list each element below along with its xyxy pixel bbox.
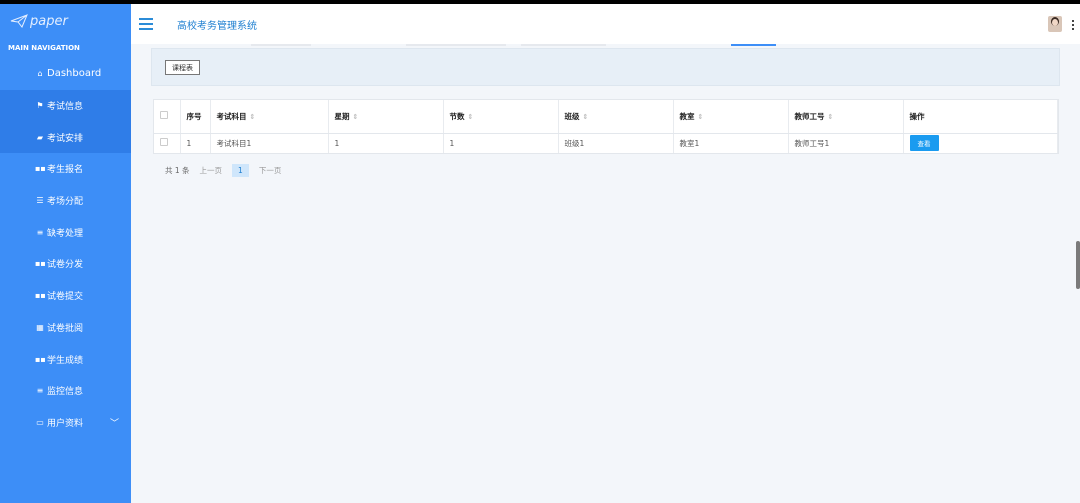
card-icon: ▭: [36, 417, 44, 427]
tab-indicator: [521, 44, 606, 46]
grid-icon: ▪▪: [35, 164, 46, 174]
column-header-room[interactable]: 教室 ⇕: [673, 100, 789, 134]
sidebar-item-label: 考试信息: [47, 102, 84, 113]
row-checkbox[interactable]: [160, 138, 168, 147]
paper-plane-icon: [10, 14, 28, 28]
sidebar-item-label: 考生报名: [47, 165, 84, 176]
sort-icon[interactable]: ⇕: [250, 113, 256, 121]
view-button[interactable]: 查看: [909, 135, 939, 152]
more-vertical-icon[interactable]: [1072, 20, 1074, 30]
sidebar: paper MAIN NAVIGATION ⌂ Dashboard ⚑ 考试信息…: [0, 4, 159, 503]
current-page[interactable]: 1: [232, 164, 249, 177]
cell-period: 1: [443, 133, 559, 153]
pagination: 共 1 条 上一页 1 下一页: [165, 164, 281, 177]
cell-subject: 考试科目1: [210, 133, 329, 153]
main-content: 课程表 序号 考试科目 ⇕ 星期 ⇕ 节数 ⇕ 班级 ⇕ 教室 ⇕ 教师工号 ⇕ 操作: [131, 44, 1080, 503]
sidebar-item-label: 考场分配: [47, 197, 84, 208]
total-count: 共 1 条: [165, 166, 190, 175]
table-icon: ▦: [36, 322, 44, 332]
list-icon: ≡: [36, 386, 44, 396]
sort-icon[interactable]: ⇕: [353, 113, 359, 121]
data-table: 序号 考试科目 ⇕ 星期 ⇕ 节数 ⇕ 班级 ⇕ 教室 ⇕ 教师工号 ⇕ 操作 1 考试科目…: [153, 99, 1059, 154]
sort-icon[interactable]: ⇕: [468, 113, 474, 121]
column-header-teacher-id[interactable]: 教师工号 ⇕: [788, 100, 904, 134]
sidebar-item-scores[interactable]: ▪▪ 学生成绩: [0, 343, 131, 375]
sidebar-item-room-allocation[interactable]: ☰ 考场分配: [0, 185, 131, 217]
grid-icon: ▪▪: [35, 259, 46, 269]
sidebar-item-paper-distribution[interactable]: ▪▪ 试卷分发: [0, 248, 131, 280]
tab-indicator: [406, 44, 506, 46]
cell-index: 1: [180, 133, 211, 153]
comment-icon: ▰: [36, 132, 44, 142]
cell-weekday: 1: [328, 133, 444, 153]
page-title: 高校考务管理系统: [177, 20, 257, 32]
scrollbar-thumb[interactable]: [1076, 241, 1080, 289]
sidebar-item-label: 监控信息: [47, 387, 84, 398]
sliders-icon: ☰: [36, 196, 44, 206]
nav-heading: MAIN NAVIGATION: [8, 44, 80, 52]
grid-icon: ▪▪: [35, 291, 46, 301]
cell-class: 班级1: [558, 133, 674, 153]
column-header-action: 操作: [903, 100, 1058, 134]
toolbar: 课程表: [151, 48, 1060, 86]
top-header: 高校考务管理系统: [131, 4, 1080, 44]
cell-teacher-id: 教师工号1: [788, 133, 904, 153]
select-all-checkbox[interactable]: [160, 111, 168, 120]
flag-icon: ⚑: [36, 101, 44, 111]
home-icon: ⌂: [37, 69, 43, 79]
sidebar-item-label: 缺考处理: [47, 228, 84, 239]
table-header-row: 序号 考试科目 ⇕ 星期 ⇕ 节数 ⇕ 班级 ⇕ 教室 ⇕ 教师工号 ⇕ 操作: [154, 100, 1058, 134]
grid-icon: ▪▪: [35, 354, 46, 364]
sidebar-item-label: 用户资料: [47, 418, 84, 429]
sidebar-item-label: 考试安排: [47, 133, 84, 144]
cell-room: 教室1: [673, 133, 789, 153]
sidebar-item-exam-info[interactable]: ⚑ 考试信息: [0, 89, 131, 122]
sort-icon[interactable]: ⇕: [698, 113, 704, 121]
column-header-weekday[interactable]: 星期 ⇕: [328, 100, 444, 134]
logo-text: paper: [30, 13, 68, 29]
column-header-subject[interactable]: 考试科目 ⇕: [210, 100, 329, 134]
sidebar-item-label: 试卷提交: [47, 292, 84, 303]
logo[interactable]: paper: [0, 4, 131, 38]
sidebar-item-registration[interactable]: ▪▪ 考生报名: [0, 153, 131, 185]
list-icon: ≡: [36, 227, 44, 237]
tab-indicator: [251, 44, 311, 46]
sidebar-item-user-profile[interactable]: ▭ 用户资料 ﹀: [0, 407, 131, 439]
column-header-period[interactable]: 节数 ⇕: [443, 100, 559, 134]
sidebar-item-grading[interactable]: ▦ 试卷批阅: [0, 312, 131, 344]
sidebar-item-paper-submission[interactable]: ▪▪ 试卷提交: [0, 280, 131, 312]
sidebar-item-absence[interactable]: ≡ 缺考处理: [0, 216, 131, 248]
sidebar-item-label: 学生成绩: [47, 355, 84, 366]
sidebar-item-label: 试卷批阅: [47, 323, 84, 334]
menu-toggle-icon[interactable]: [139, 18, 153, 30]
sidebar-item-label: Dashboard: [47, 68, 102, 80]
chevron-down-icon: ﹀: [109, 418, 119, 429]
table-row: 1 考试科目1 1 1 班级1 教室1 教师工号1 查看: [154, 133, 1058, 153]
prev-page-button[interactable]: 上一页: [200, 165, 223, 176]
sidebar-item-monitoring[interactable]: ≡ 监控信息: [0, 375, 131, 407]
sort-icon[interactable]: ⇕: [828, 113, 834, 121]
avatar[interactable]: [1048, 16, 1062, 32]
tab-indicator-active: [731, 44, 776, 46]
row-select-cell: [154, 133, 181, 153]
sidebar-item-exam-schedule[interactable]: ▰ 考试安排: [0, 121, 159, 154]
timetable-button[interactable]: 课程表: [165, 60, 200, 75]
sidebar-item-label: 试卷分发: [47, 260, 84, 271]
select-all-cell: [154, 100, 181, 134]
cell-action: 查看: [903, 133, 1058, 153]
next-page-button[interactable]: 下一页: [259, 165, 282, 176]
sidebar-item-dashboard[interactable]: ⌂ Dashboard: [0, 58, 131, 90]
column-header-index: 序号: [180, 100, 211, 134]
sort-icon[interactable]: ⇕: [583, 113, 589, 121]
column-header-class[interactable]: 班级 ⇕: [558, 100, 674, 134]
